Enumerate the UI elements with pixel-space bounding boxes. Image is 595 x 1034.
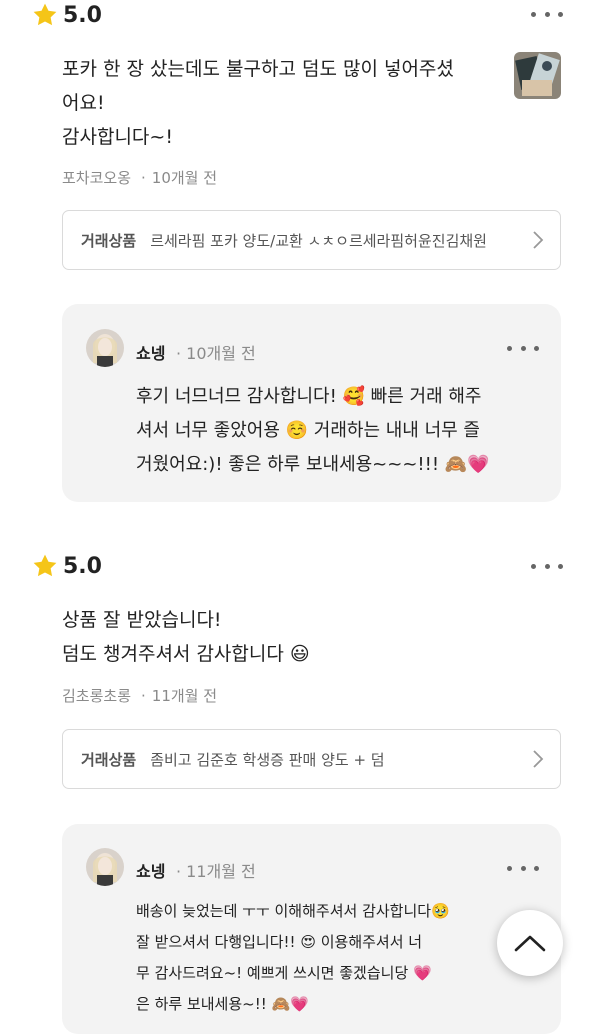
- meta-separator: ·: [141, 168, 146, 187]
- review-time: 11개월 전: [151, 687, 218, 705]
- trade-label: 거래상품: [81, 750, 137, 769]
- reply-text: 배송이 늦었는데 ㅜㅜ 이해해주셔서 감사합니다🥹 잘 받으셔서 다행입니다!!…: [136, 902, 450, 1013]
- reply-author-name: 쇼넹: [136, 862, 166, 881]
- avatar-image: [86, 848, 124, 886]
- rating-value: 5.0: [63, 2, 102, 28]
- product-thumbnail[interactable]: [514, 52, 561, 99]
- seller-reply: 쇼넹 · 10개월 전 후기 너므너므 감사합니다! 🥰 빠른 거래 해주 셔서…: [62, 304, 561, 502]
- star-icon: [33, 3, 57, 26]
- more-dot: [544, 563, 550, 569]
- more-dot: [558, 11, 563, 17]
- trade-product-link[interactable]: 거래상품 좀비고 김준호 학생증 판매 양도 + 덤: [62, 729, 561, 789]
- chevron-up-icon: [514, 935, 546, 952]
- more-dots-icon: [531, 563, 536, 569]
- reply-author-name: 쇼넹: [136, 344, 166, 363]
- review-time: 10개월 전: [151, 169, 218, 187]
- reply-time: · 10개월 전: [176, 344, 256, 363]
- avatar[interactable]: [86, 848, 124, 886]
- trade-item-name: 좀비고 김준호 학생증 판매 양도 + 덤: [150, 750, 385, 769]
- more-dots-icon: [507, 865, 512, 871]
- reply-more-options-button[interactable]: [507, 338, 539, 358]
- product-photo: [514, 52, 561, 99]
- more-dot: [544, 11, 550, 17]
- seller-reply: 쇼넹 · 11개월 전 배송이 늦었는데 ㅜㅜ 이해해주셔서 감사합니다🥹 잘 …: [62, 824, 561, 1034]
- more-dot: [520, 345, 526, 351]
- more-dot: [520, 865, 526, 871]
- review-text: 상품 잘 받았습니다! 덤도 챙겨주셔서 감사합니다 😃: [62, 609, 310, 665]
- star-icon: [33, 554, 57, 577]
- reply-time-value: 11개월 전: [186, 862, 256, 881]
- trade-product-link[interactable]: 거래상품 르세라핌 포카 양도/교환 ㅅㅊㅇ르세라핌허윤진김채원: [62, 210, 561, 270]
- reply-more-options-button[interactable]: [507, 858, 539, 878]
- review-text: 포카 한 장 샀는데도 불구하고 덤도 많이 넣어주셨 어요! 감사합니다~!: [62, 58, 454, 148]
- avatar-image: [86, 329, 124, 367]
- rating: 5.0: [32, 553, 102, 579]
- rating: 5.0: [32, 2, 102, 28]
- author-name[interactable]: 포차코오옹: [62, 167, 131, 188]
- review-meta: 포차코오옹 · 10개월 전: [62, 167, 217, 188]
- scroll-to-top-button[interactable]: [497, 910, 563, 976]
- reply-time: · 11개월 전: [176, 862, 256, 881]
- avatar[interactable]: [86, 329, 124, 367]
- reply-time-value: 10개월 전: [186, 344, 256, 363]
- rating-value: 5.0: [63, 553, 102, 579]
- more-dot: [534, 865, 539, 871]
- more-options-button[interactable]: [531, 556, 563, 576]
- trade-item-name: 르세라핌 포카 양도/교환 ㅅㅊㅇ르세라핌허윤진김채원: [150, 231, 487, 250]
- review-meta: 김초롱초롱 · 11개월 전: [62, 685, 217, 706]
- reply-text: 후기 너므너므 감사합니다! 🥰 빠른 거래 해주 셔서 너무 좋았어용 ☺️ …: [136, 386, 490, 475]
- trade-label: 거래상품: [81, 231, 137, 250]
- meta-separator: ·: [141, 686, 146, 705]
- chevron-right-icon: [533, 231, 544, 249]
- more-dot: [558, 563, 563, 569]
- more-dots-icon: [531, 11, 536, 17]
- more-dot: [534, 345, 539, 351]
- more-dots-icon: [507, 345, 512, 351]
- chevron-right-icon: [533, 750, 544, 768]
- more-options-button[interactable]: [531, 4, 563, 24]
- author-name[interactable]: 김초롱초롱: [62, 685, 131, 706]
